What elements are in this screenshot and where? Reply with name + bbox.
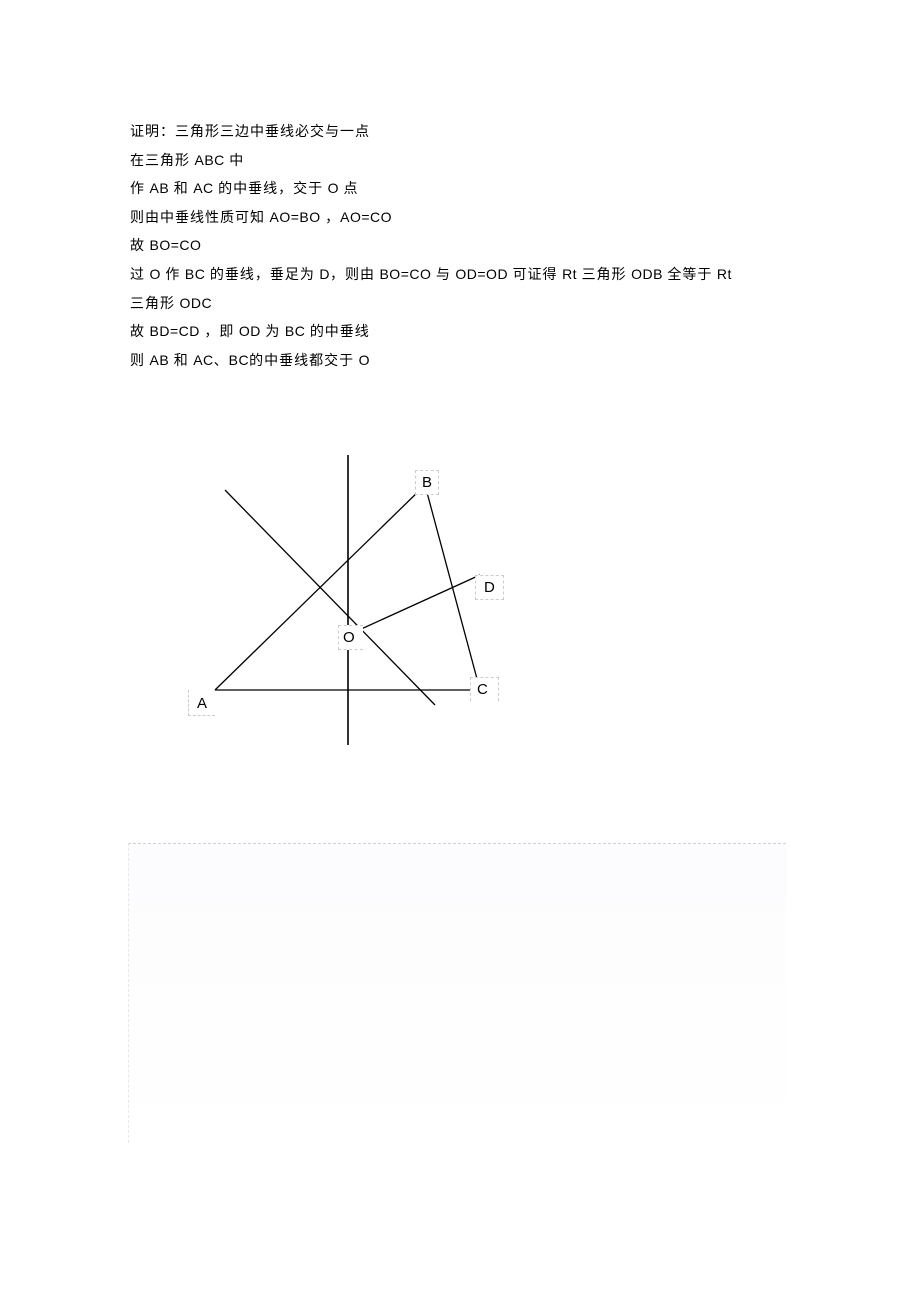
bottom-placeholder-region <box>128 843 786 1143</box>
proof-line-6: 过 O 作 BC 的垂线，垂足为 D，则由 BO=CO 与 OD=OD 可证得 … <box>130 261 790 290</box>
line-OD <box>348 575 480 635</box>
point-label-B: B <box>415 470 439 495</box>
proof-text-block: 证明：三角形三边中垂线必交与一点 在三角形 ABC 中 作 AB 和 AC 的中… <box>130 120 790 375</box>
proof-line-4: 则由中垂线性质可知 AO=BO ，AO=CO <box>130 204 790 233</box>
proof-line-1: 证明：三角形三边中垂线必交与一点 <box>130 120 790 147</box>
point-label-D: D <box>475 575 504 600</box>
perp-bisector-AB <box>225 490 435 705</box>
proof-line-5: 故 BO=CO <box>130 232 790 261</box>
proof-line-3: 作 AB 和 AC 的中垂线，交于 O 点 <box>130 175 790 204</box>
triangle-svg <box>170 445 550 755</box>
proof-line-9: 则 AB 和 AC、BC的中垂线都交于 O <box>130 347 790 376</box>
proof-line-8: 故 BD=CD ，即 OD 为 BC 的中垂线 <box>130 318 790 347</box>
point-label-C: C <box>470 677 499 701</box>
proof-line-2: 在三角形 ABC 中 <box>130 147 790 176</box>
proof-line-7: 三角形 ODC <box>130 290 790 319</box>
point-label-O: O <box>338 625 363 650</box>
triangle-diagram: A B C D O <box>170 445 550 755</box>
point-label-A: A <box>188 690 215 716</box>
